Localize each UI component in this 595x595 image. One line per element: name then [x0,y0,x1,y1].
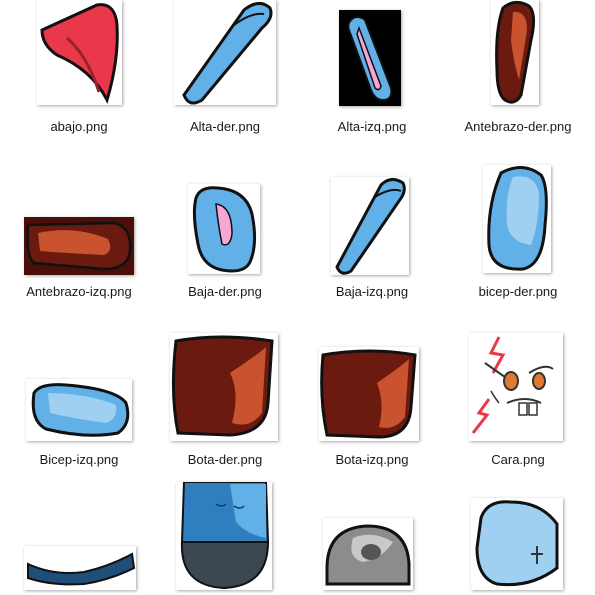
file-tile[interactable]: Antebrazo-der.png [443,0,593,160]
file-label: Bota-izq.png [335,452,409,467]
file-label: Bota-der.png [187,452,263,467]
file-thumbnail [37,0,122,105]
torso-image [180,482,270,590]
file-label: Baja-izq.png [335,284,409,299]
file-label: abajo.png [50,119,108,134]
file-thumbnail [170,333,278,441]
file-thumbnail [26,379,132,441]
file-tile[interactable]: Alta-izq.png [297,0,447,160]
file-tile[interactable]: Alta-der.png [150,0,300,160]
file-label: Alta-der.png [189,119,261,134]
file-tile[interactable]: Bicep-izq.png [4,333,154,493]
boot-image [171,335,274,437]
file-tile[interactable]: Bota-izq.png [297,333,447,493]
file-tile[interactable] [4,498,154,595]
file-tile[interactable]: Cara.png [443,333,593,493]
file-thumbnail [319,347,419,441]
file-explorer-grid: { "files": [ {"name": "abajo.png"}, {"na… [0,0,595,595]
blue-pink-limb-image [192,186,257,273]
red-cloth-image [40,3,119,105]
file-tile[interactable]: Antebrazo-izq.png [4,165,154,325]
file-thumbnail [24,546,136,590]
file-thumbnail [188,184,260,274]
file-thumbnail [176,482,272,590]
file-thumbnail [24,217,134,275]
blue-limb-image [335,178,406,275]
file-tile[interactable]: Baja-izq.png [297,165,447,325]
bicep-image [487,166,548,271]
file-thumbnail [483,165,551,273]
file-thumbnail [491,0,539,105]
file-tile[interactable] [150,482,300,595]
blue-part-image [475,500,559,587]
file-label: Baja-der.png [188,284,262,299]
file-label: Antebrazo-izq.png [26,284,132,299]
file-tile[interactable]: abajo.png [4,0,154,160]
file-label: bicep-der.png [478,284,558,299]
file-thumbnail [469,333,563,441]
file-label: Alta-izq.png [337,119,407,134]
helmet-image [325,524,411,586]
file-tile[interactable] [297,518,447,595]
file-thumbnail [331,177,409,275]
file-thumbnail [323,518,413,590]
boot-image [320,349,417,439]
file-tile[interactable]: Bota-der.png [150,333,300,493]
bicep-image [31,383,130,437]
blue-limb-image [182,2,273,105]
file-tile[interactable] [443,498,593,595]
file-label: Bicep-izq.png [39,452,119,467]
file-tile[interactable]: bicep-der.png [443,165,593,325]
file-tile[interactable]: Baja-der.png [150,165,300,325]
navy-band-image [27,552,136,586]
forearm-image [26,221,132,271]
face-image [471,336,554,434]
file-thumbnail [174,0,276,105]
forearm-image [495,1,536,104]
file-label: Cara.png [491,452,545,467]
file-thumbnail [471,498,563,590]
pink-limb-image [347,16,393,102]
file-label: Antebrazo-der.png [464,119,572,134]
file-thumbnail [339,10,401,106]
